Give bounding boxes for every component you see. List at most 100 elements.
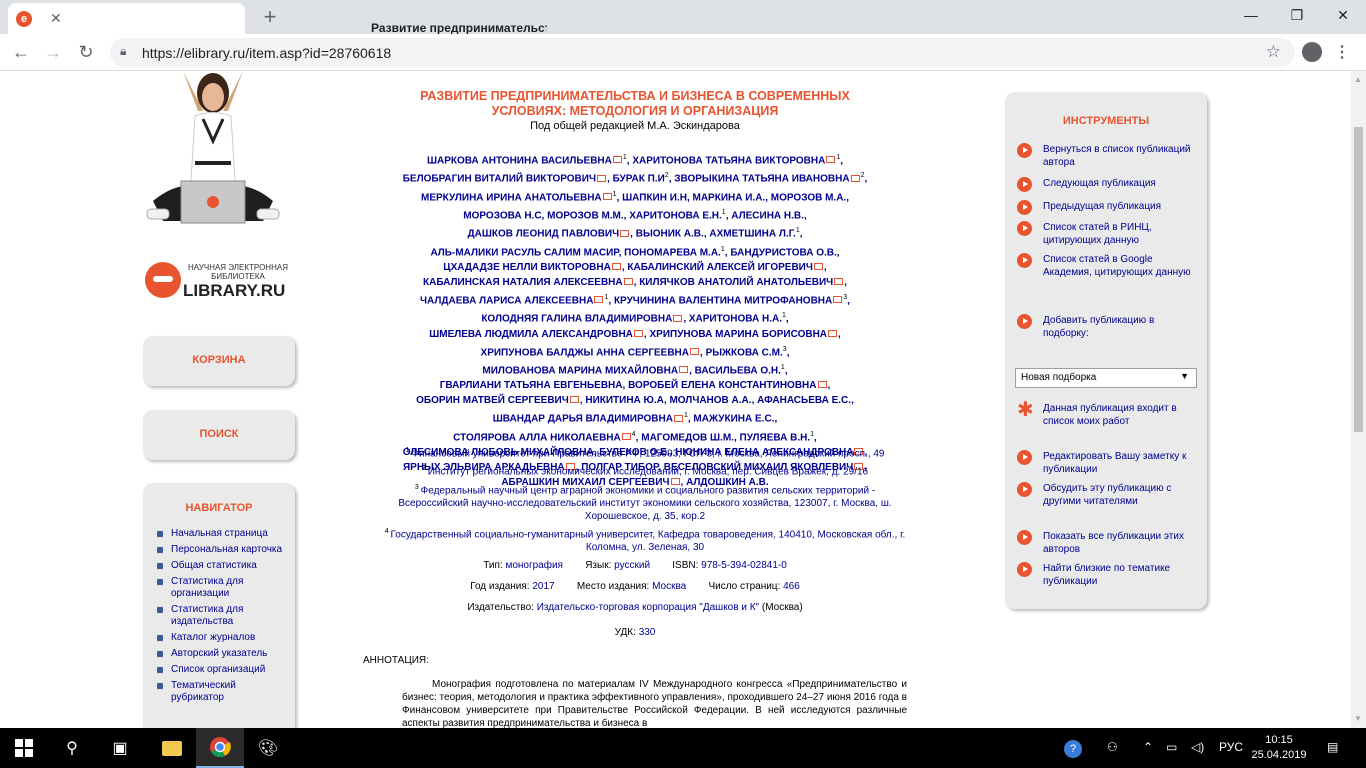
envelope-icon[interactable] — [834, 277, 844, 285]
envelope-icon[interactable] — [850, 174, 860, 182]
envelope-icon[interactable] — [623, 277, 633, 285]
author-link[interactable]: ХРИПУНОВА МАРИНА БОРИСОВНА — [649, 329, 827, 340]
elibrary-logo[interactable]: НАУЧНАЯ ЭЛЕКТРОННАЯ БИБЛИОТЕКА LIBRARY.R… — [145, 261, 295, 301]
scrollbar-thumb[interactable] — [1354, 127, 1363, 432]
author-link[interactable]: БЕЛОБРАГИН ВИТАЛИЙ ВИКТОРОВИЧ — [403, 174, 596, 185]
envelope-icon[interactable] — [813, 262, 823, 270]
author-link[interactable]: МОРОЗОВ М.А. — [771, 192, 846, 203]
tool-add-to-collection[interactable]: Добавить публикацию в подборку: — [1017, 314, 1202, 340]
envelope-icon[interactable] — [612, 156, 622, 164]
envelope-icon[interactable] — [602, 192, 612, 200]
author-link[interactable]: ХАРИТОНОВА ТАТЬЯНА ВИКТОРОВНА — [632, 155, 825, 166]
author-link[interactable]: МОРОЗОВ М.М. — [547, 210, 624, 221]
author-link[interactable]: АХМЕТШИНА Л.Г. — [709, 229, 795, 240]
tool-all-authors-publications[interactable]: Показать все публикации этих авторов — [1017, 530, 1202, 556]
author-link[interactable]: ПОНОМАРЕВА М.А. — [624, 247, 721, 258]
affiliation-link[interactable]: Институт региональных экономических иссл… — [428, 467, 868, 478]
author-link[interactable]: ДАШКОВ ЛЕОНИД ПАВЛОВИЧ — [467, 229, 619, 240]
author-link[interactable]: КОЛОДНЯЯ ГАЛИНА ВЛАДИМИРОВНА — [481, 314, 672, 325]
author-link[interactable]: ЧАЛДАЕВА ЛАРИСА АЛЕКСЕЕВНА — [420, 295, 593, 306]
affiliation-link[interactable]: Государственный социально-гуманитарный у… — [391, 529, 906, 553]
tool-my-works[interactable]: ✱ Данная публикация входит в список моих … — [1017, 400, 1202, 428]
network-icon[interactable]: ▭ — [1166, 740, 1177, 754]
author-link[interactable]: КАБАЛИНСКИЙ АЛЕКСЕЙ ИГОРЕВИЧ — [627, 262, 813, 273]
search-button[interactable]: ПОИСК — [143, 410, 295, 460]
envelope-icon[interactable] — [611, 262, 621, 270]
notifications-icon[interactable]: ▤ — [1327, 740, 1338, 754]
address-bar[interactable]: 🔒︎ https://elibrary.ru/item.asp?id=28760… — [110, 38, 1295, 67]
affiliation-link[interactable]: Финансовый университет при Правительстве… — [411, 448, 884, 459]
browser-tab[interactable]: e Развитие предпринимательства ✕ — [8, 3, 547, 35]
tool-prev-publication[interactable]: Предыдущая публикация — [1017, 200, 1202, 215]
window-close-icon[interactable]: ✕ — [1320, 0, 1366, 30]
envelope-icon[interactable] — [594, 296, 604, 304]
help-icon[interactable]: ? — [1064, 740, 1082, 758]
page-scrollbar[interactable]: ▲ ▼ — [1351, 71, 1366, 728]
nav-item[interactable]: Персональная карточка — [157, 544, 287, 556]
author-link[interactable]: ВЫОНИК А.В. — [636, 229, 704, 240]
tool-back-to-author-list[interactable]: Вернуться в список публикаций автора — [1017, 143, 1202, 169]
bookmark-star-icon[interactable]: ☆ — [1266, 42, 1281, 62]
author-link[interactable]: ВАСИЛЬЕВА О.Н. — [695, 365, 781, 376]
envelope-icon[interactable] — [597, 174, 606, 182]
author-link[interactable]: НИКИТИНА Ю.А — [585, 395, 664, 406]
author-link[interactable]: ГВАРЛИАНИ ТАТЬЯНА ЕВГЕНЬЕВНА — [440, 380, 623, 391]
tray-chevron-icon[interactable]: ⌃ — [1143, 740, 1153, 754]
affiliation-link[interactable]: Федеральный научный центр аграрной эконо… — [398, 485, 891, 522]
tool-discuss[interactable]: Обсудить эту публикацию с другими читате… — [1017, 482, 1202, 508]
minimize-icon[interactable]: — — [1228, 0, 1274, 30]
back-icon[interactable]: ← — [9, 40, 33, 64]
author-link[interactable]: БУРАК П.И — [613, 174, 665, 185]
author-link[interactable]: КАБАЛИНСКАЯ НАТАЛИЯ АЛЕКСЕЕВНА — [423, 277, 623, 288]
author-link[interactable]: АЛЕСИНА Н.В. — [731, 210, 804, 221]
nav-item[interactable]: Тематический рубрикатор — [157, 680, 287, 704]
tab-close-icon[interactable]: ✕ — [50, 10, 62, 27]
envelope-icon[interactable] — [833, 296, 843, 304]
tool-rinc-citations[interactable]: Список статей в РИНЦ, цитирующих данную — [1017, 221, 1202, 247]
author-link[interactable]: ЗВОРЫКИНА ТАТЬЯНА ИВАНОВНА — [674, 174, 849, 185]
author-link[interactable]: ШАРКОВА АНТОНИНА ВАСИЛЬЕВНА — [427, 155, 612, 166]
envelope-icon[interactable] — [621, 432, 631, 440]
volume-icon[interactable]: ◁) — [1191, 740, 1204, 754]
author-link[interactable]: ШМЕЛЕВА ЛЮДМИЛА АЛЕКСАНДРОВНА — [429, 329, 633, 340]
author-link[interactable]: МОРОЗОВА Н.С — [463, 210, 541, 221]
author-link[interactable]: ШВАНДАР ДАРЬЯ ВЛАДИМИРОВНА — [493, 414, 673, 425]
tool-edit-note[interactable]: Редактировать Вашу заметку к публикации — [1017, 450, 1202, 476]
envelope-icon[interactable] — [633, 329, 643, 337]
nav-item[interactable]: Общая статистика — [157, 560, 287, 572]
author-link[interactable]: МЕРКУЛИНА ИРИНА АНАТОЛЬЕВНА — [421, 192, 602, 203]
envelope-icon[interactable] — [828, 329, 838, 337]
author-link[interactable]: АЛЬ-МАЛИКИ РАСУЛЬ САЛИМ МАСИР — [430, 247, 618, 258]
nav-item[interactable]: Начальная страница — [157, 528, 287, 540]
author-link[interactable]: КРУЧИНИНА ВАЛЕНТИНА МИТРОФАНОВНА — [614, 295, 832, 306]
envelope-icon[interactable] — [817, 381, 827, 389]
task-view-icon[interactable]: ▣ — [96, 728, 144, 768]
reload-icon[interactable]: ↻ — [74, 40, 98, 64]
author-link[interactable]: ЦХАДАДЗЕ НЕЛЛИ ВИКТОРОВНА — [443, 262, 611, 273]
chrome-icon[interactable] — [196, 728, 244, 768]
envelope-icon[interactable] — [826, 156, 836, 164]
author-link[interactable]: БАНДУРИСТОВА О.В. — [730, 247, 836, 258]
author-link[interactable]: СТОЛЯРОВА АЛЛА НИКОЛАЕВНА — [453, 432, 621, 443]
envelope-icon[interactable] — [620, 229, 630, 237]
nav-item[interactable]: Статистика для организации — [157, 576, 287, 600]
scroll-up-icon[interactable]: ▲ — [1354, 75, 1362, 84]
author-link[interactable]: МОЛЧАНОВ А.А. — [669, 395, 751, 406]
browser-menu-icon[interactable]: ⋮ — [1334, 42, 1350, 62]
nav-item[interactable]: Список организаций — [157, 664, 287, 676]
author-link[interactable]: ПУЛЯЕВА В.Н. — [740, 432, 811, 443]
cart-button[interactable]: КОРЗИНА — [143, 336, 295, 386]
file-explorer-icon[interactable] — [148, 728, 196, 768]
nav-item[interactable]: Статистика для издательства — [157, 604, 287, 628]
tool-similar-publications[interactable]: Найти близкие по тематике публикации — [1017, 562, 1202, 588]
input-language[interactable]: РУС — [1219, 740, 1243, 754]
restore-icon[interactable]: ❐ — [1274, 0, 1320, 30]
forward-icon[interactable]: → — [41, 40, 65, 64]
collection-select[interactable]: Новая подборка ▼ — [1015, 368, 1197, 388]
author-link[interactable]: ШАПКИН И.Н — [622, 192, 687, 203]
scroll-down-icon[interactable]: ▼ — [1354, 714, 1362, 723]
author-link[interactable]: РЫЖКОВА С.М. — [706, 347, 783, 358]
tool-next-publication[interactable]: Следующая публикация — [1017, 177, 1202, 192]
address-url[interactable]: https://elibrary.ru/item.asp?id=28760618 — [142, 45, 391, 61]
publisher-link[interactable]: Издательско-торговая корпорация "Дашков … — [537, 602, 759, 613]
